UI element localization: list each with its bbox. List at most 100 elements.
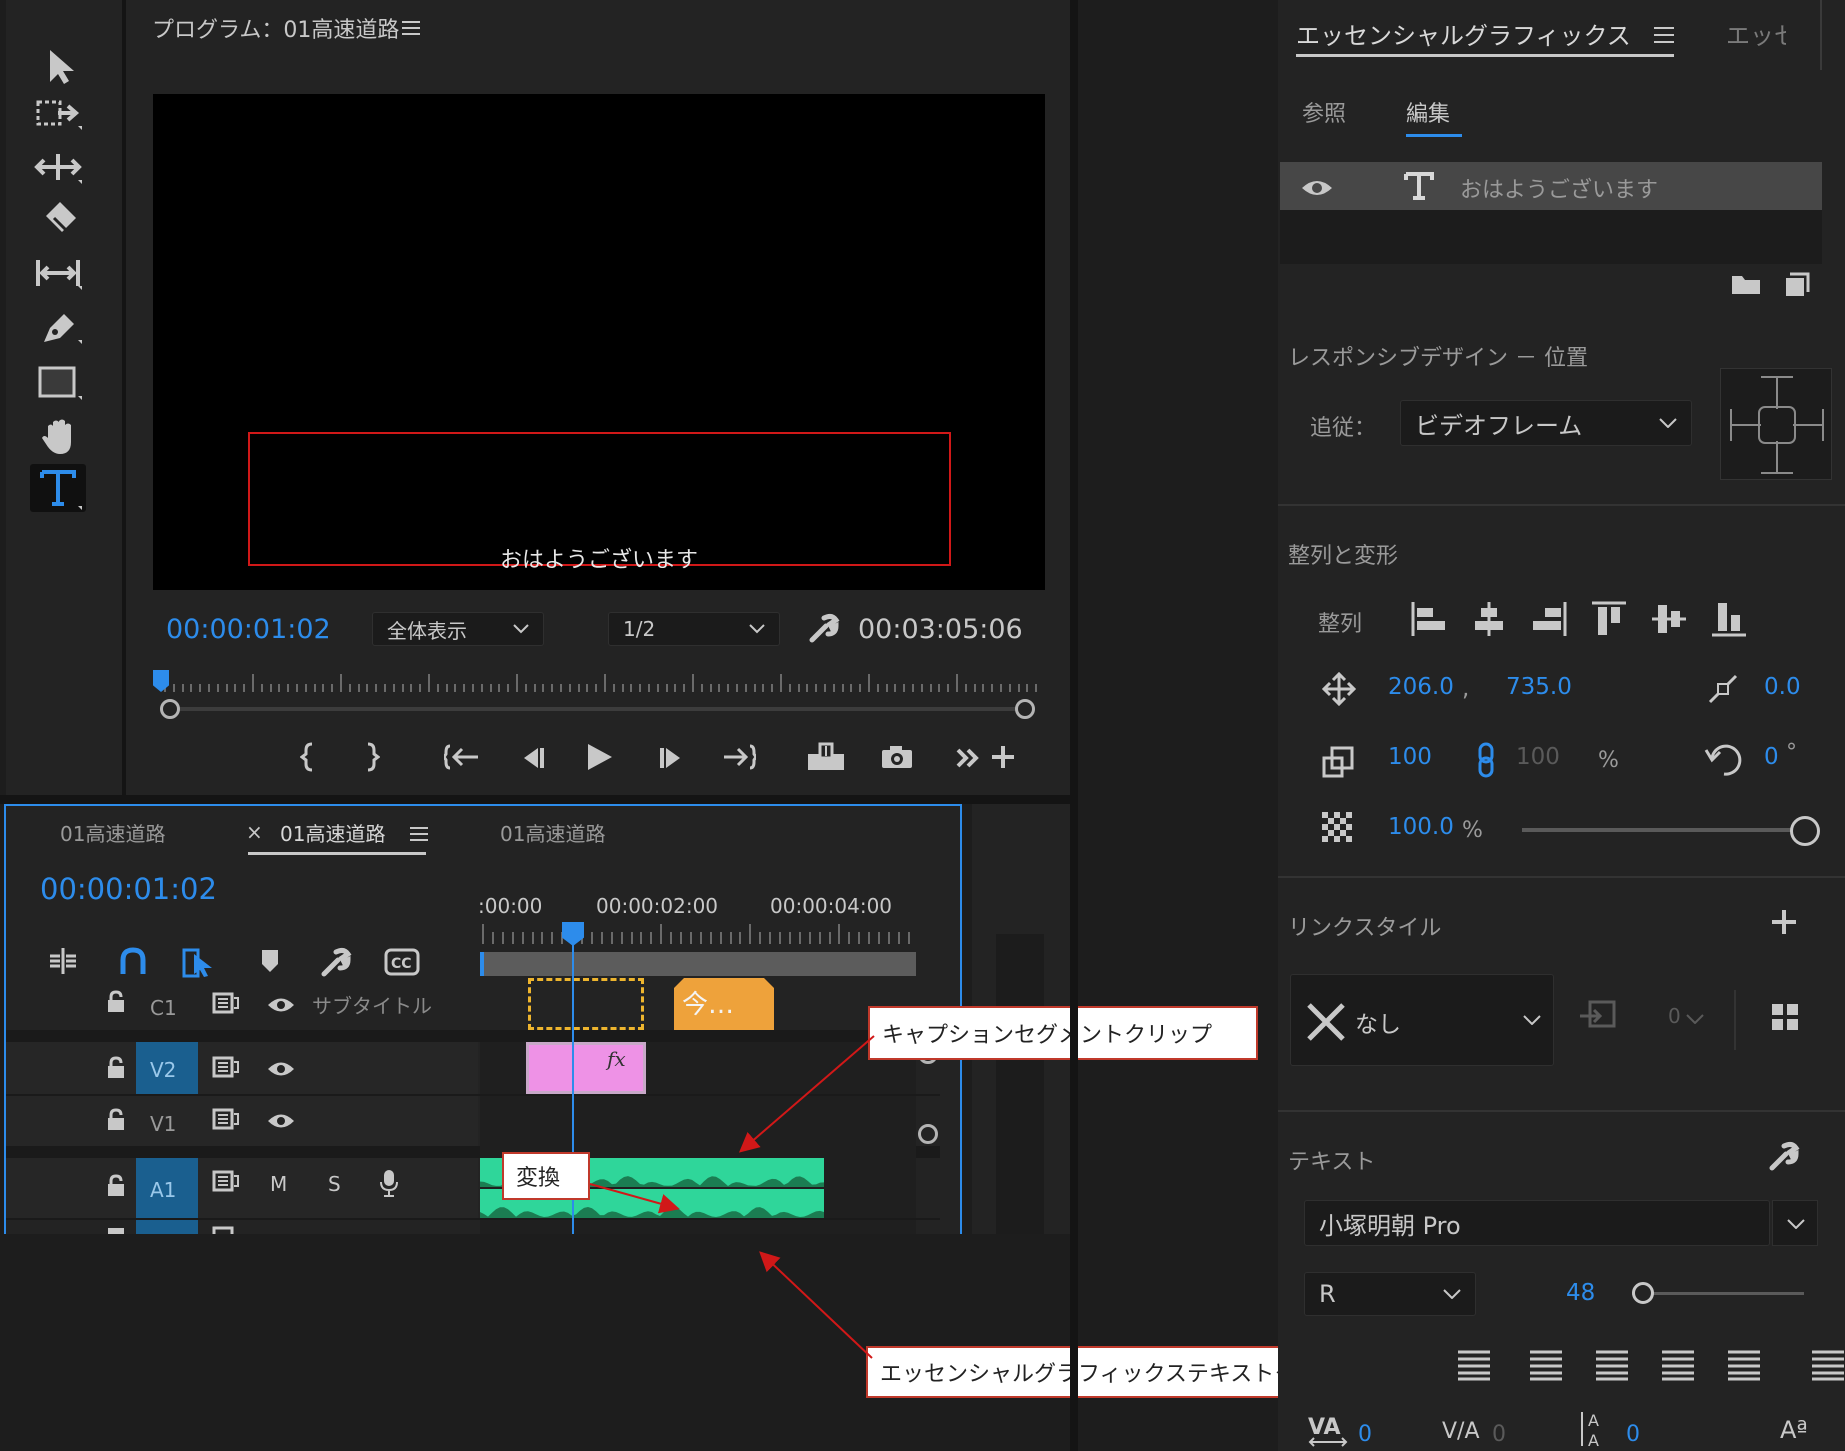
lock-icon[interactable] xyxy=(106,1108,126,1132)
align-top-icon[interactable] xyxy=(1590,600,1628,638)
lift-icon[interactable] xyxy=(806,742,846,772)
program-current-timecode[interactable]: 00:00:01:02 xyxy=(166,614,331,645)
tab-close-icon[interactable]: × xyxy=(246,820,263,844)
sync-lock-icon[interactable] xyxy=(212,1056,240,1078)
go-to-in-icon[interactable] xyxy=(444,744,478,770)
eye-icon[interactable] xyxy=(1300,178,1334,198)
opacity-slider[interactable] xyxy=(1522,828,1802,832)
play-icon[interactable] xyxy=(586,742,614,772)
font-style-dropdown[interactable]: R xyxy=(1304,1272,1476,1316)
position-x-value[interactable]: 206.0 xyxy=(1388,674,1454,700)
program-time-ruler[interactable] xyxy=(153,670,1046,700)
layer-row[interactable]: おはようございます xyxy=(1280,162,1822,210)
align-left-icon[interactable] xyxy=(1410,600,1448,638)
step-back-icon[interactable] xyxy=(518,746,546,770)
mute-button[interactable]: M xyxy=(270,1172,287,1196)
tab-browse[interactable]: 参照 xyxy=(1302,96,1346,128)
captions-cc-icon[interactable]: CC xyxy=(384,948,420,976)
video-frame[interactable]: おはようございます xyxy=(153,94,1045,590)
rectangle-tool-icon[interactable] xyxy=(36,364,84,402)
type-tool-icon[interactable] xyxy=(30,464,86,512)
position-y-value[interactable]: 735.0 xyxy=(1506,674,1572,700)
vertical-zoom-handle[interactable] xyxy=(918,1124,938,1144)
mark-out-icon[interactable] xyxy=(364,742,380,772)
track-label-v2[interactable]: V2 xyxy=(150,1058,176,1082)
snap-magnet-icon[interactable] xyxy=(118,946,148,976)
sync-lock-icon[interactable] xyxy=(212,1226,240,1234)
add-style-icon[interactable] xyxy=(1770,908,1798,936)
hand-tool-icon[interactable] xyxy=(38,414,82,458)
lock-icon[interactable] xyxy=(106,1174,126,1198)
caption-segment-placeholder[interactable] xyxy=(528,978,644,1030)
grid-view-icon[interactable] xyxy=(1770,1002,1800,1032)
pen-tool-icon[interactable] xyxy=(38,308,82,348)
kerning-value[interactable]: 0 xyxy=(1358,1422,1372,1447)
step-forward-icon[interactable] xyxy=(658,746,686,770)
track-label-a1[interactable]: A1 xyxy=(150,1178,176,1202)
track-label-v1[interactable]: V1 xyxy=(150,1112,176,1136)
eg-title-tab[interactable]: エッセンシャルグラフィックス xyxy=(1296,16,1631,51)
tab-edit[interactable]: 編集 xyxy=(1406,96,1450,128)
justify-right-icon[interactable] xyxy=(1660,1346,1696,1382)
track-select-tool-icon[interactable] xyxy=(34,96,84,132)
timeline-current-timecode[interactable]: 00:00:01:02 xyxy=(40,872,217,906)
align-text-left-icon[interactable] xyxy=(1456,1346,1492,1382)
linked-selection-icon[interactable] xyxy=(182,946,216,978)
font-family-dropdown[interactable]: 小塚明朝 Pro xyxy=(1304,1200,1770,1246)
timeline-tab-1[interactable]: 01高速道路 xyxy=(60,818,165,847)
font-size-slider[interactable] xyxy=(1632,1292,1804,1295)
razor-tool-icon[interactable] xyxy=(38,200,82,240)
insert-sequence-icon[interactable] xyxy=(48,946,78,976)
font-family-chevron[interactable] xyxy=(1772,1200,1818,1246)
link-chain-icon[interactable] xyxy=(1476,742,1496,778)
anchor-value[interactable]: 0.0 xyxy=(1764,674,1801,700)
scroll-handle-left[interactable] xyxy=(160,699,180,719)
eye-icon[interactable] xyxy=(266,996,296,1014)
justify-all-icon[interactable] xyxy=(1726,1346,1762,1382)
style-dropdown[interactable]: なし xyxy=(1290,974,1554,1066)
add-button-icon[interactable] xyxy=(990,744,1016,770)
timeline-tab-2[interactable]: 01高速道路 xyxy=(280,818,385,847)
new-group-folder-icon[interactable] xyxy=(1730,272,1762,296)
font-size-value[interactable]: 48 xyxy=(1566,1280,1595,1306)
timeline-ruler[interactable] xyxy=(480,924,916,946)
timeline-settings-wrench-icon[interactable] xyxy=(320,946,352,978)
align-center-horizontal-icon[interactable] xyxy=(1470,600,1508,638)
graphics-text-clip[interactable]: fx xyxy=(526,1042,646,1094)
add-marker-icon[interactable] xyxy=(260,948,280,974)
align-bottom-icon[interactable] xyxy=(1710,600,1748,638)
align-text-center-icon[interactable] xyxy=(1810,1346,1845,1382)
settings-wrench-icon[interactable] xyxy=(806,612,840,646)
more-controls-icon[interactable] xyxy=(956,746,982,770)
justify-center-icon[interactable] xyxy=(1594,1346,1630,1382)
justify-left-icon[interactable] xyxy=(1528,1346,1564,1382)
leading-value[interactable]: 0 xyxy=(1626,1422,1640,1447)
eye-icon[interactable] xyxy=(266,1112,296,1130)
sync-lock-icon[interactable] xyxy=(212,992,240,1014)
camera-icon[interactable] xyxy=(880,744,914,770)
follow-dropdown[interactable]: ビデオフレーム xyxy=(1400,400,1692,446)
timeline-tab-3[interactable]: 01高速道路 xyxy=(500,818,605,847)
lock-icon[interactable] xyxy=(106,1056,126,1080)
pin-to-edges-widget[interactable] xyxy=(1720,368,1832,480)
playhead-marker[interactable] xyxy=(153,670,169,692)
selection-tool-icon[interactable] xyxy=(44,48,78,86)
panel-menu-icon[interactable] xyxy=(402,20,420,36)
scale-value[interactable]: 100 xyxy=(1388,744,1432,770)
solo-button[interactable]: S xyxy=(328,1172,341,1196)
zoom-scrollbar[interactable] xyxy=(160,699,1035,719)
panel-menu-icon[interactable] xyxy=(1654,26,1674,44)
zoom-fit-dropdown[interactable]: 全体表示 xyxy=(372,612,544,646)
scroll-handle-right[interactable] xyxy=(1015,699,1035,719)
slip-tool-icon[interactable] xyxy=(34,256,84,292)
sync-lock-icon[interactable] xyxy=(212,1170,240,1192)
eg-second-tab[interactable]: エッセ xyxy=(1726,16,1786,51)
microphone-icon[interactable] xyxy=(378,1168,400,1198)
opacity-value[interactable]: 100.0 xyxy=(1388,814,1454,840)
new-layer-icon[interactable] xyxy=(1784,272,1810,298)
go-to-out-icon[interactable] xyxy=(722,744,756,770)
ripple-edit-tool-icon[interactable] xyxy=(34,150,84,186)
resolution-dropdown[interactable]: 1/2 xyxy=(608,612,780,646)
font-size-slider-handle[interactable] xyxy=(1632,1282,1654,1304)
work-area-bar[interactable] xyxy=(482,952,916,976)
